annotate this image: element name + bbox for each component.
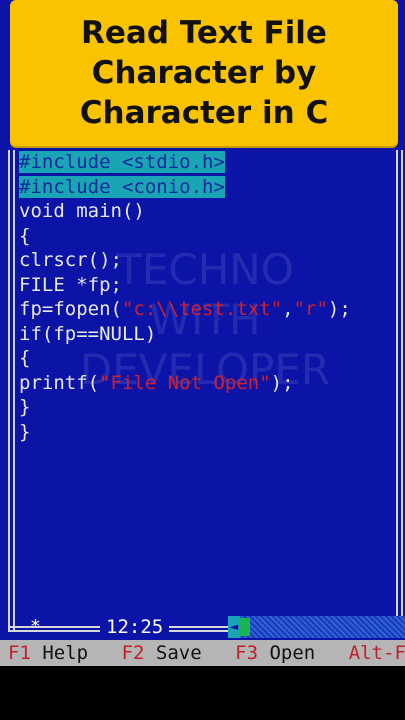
fkey-text: Save — [155, 642, 202, 664]
fkey-alt[interactable]: Alt-F — [349, 640, 405, 666]
code-line-5: clrscr(); — [19, 249, 122, 271]
code-text: ); — [270, 371, 294, 394]
fkey-text: Help — [42, 642, 89, 664]
code-line-2: #include <conio.h> — [19, 175, 395, 200]
title-banner: Read Text File Character by Character in… — [10, 0, 398, 146]
string-literal: "c:\\test.txt" — [121, 298, 283, 320]
editor-left-border — [8, 150, 15, 630]
cursor-position: 12:25 — [100, 616, 170, 638]
code-line-12: } — [19, 420, 31, 443]
banner-line-2: Character by — [91, 55, 317, 91]
editor-right-border — [396, 150, 403, 630]
code-line-9: { — [19, 347, 31, 369]
code-line-6: FILE *fp; — [19, 273, 122, 296]
code-text: printf( — [19, 371, 100, 394]
include-stdio: #include <stdio.h> — [19, 151, 225, 173]
fkey-label: F1 — [8, 642, 31, 664]
string-literal: "File Not Open" — [99, 371, 271, 394]
banner-line-3: Character in C — [79, 95, 329, 131]
string-literal: "r" — [293, 298, 328, 320]
modified-marker: * — [30, 616, 41, 637]
include-conio: #include <conio.h> — [19, 175, 225, 198]
code-text: fp=fopen( — [19, 298, 122, 320]
code-area[interactable]: #include <stdio.h> #include <conio.h> vo… — [19, 150, 395, 444]
fkey-label: F3 — [235, 642, 259, 664]
function-key-bar: F1 Help F2 Save F3 Open Alt-F — [0, 640, 405, 666]
code-line-10: printf("File Not Open"); — [19, 371, 395, 396]
fkey-help[interactable]: F1 Help — [8, 640, 88, 666]
code-text: ); — [327, 298, 351, 320]
code-line-7: fp=fopen("c:\\test.txt","r"); — [19, 297, 395, 322]
fkey-open[interactable]: F3 Open — [235, 640, 315, 666]
code-text: , — [282, 298, 294, 320]
code-line-11: } — [19, 396, 31, 418]
code-line-8: if(fp==NULL) — [19, 322, 157, 345]
code-line-1: #include <stdio.h> — [19, 150, 395, 175]
fkey-label: F2 — [121, 642, 145, 664]
code-line-4: { — [19, 224, 31, 247]
scrollbar-thumb[interactable] — [240, 618, 250, 636]
code-line-3: void main() — [19, 200, 145, 222]
horizontal-scrollbar[interactable] — [228, 616, 405, 638]
fkey-text: Open — [269, 642, 316, 664]
fkey-label: Alt-F — [348, 642, 405, 664]
banner-line-1: Read Text File — [81, 15, 327, 51]
scroll-left-arrow-icon[interactable]: ◄ — [228, 616, 240, 638]
fkey-save[interactable]: F2 Save — [122, 640, 202, 666]
